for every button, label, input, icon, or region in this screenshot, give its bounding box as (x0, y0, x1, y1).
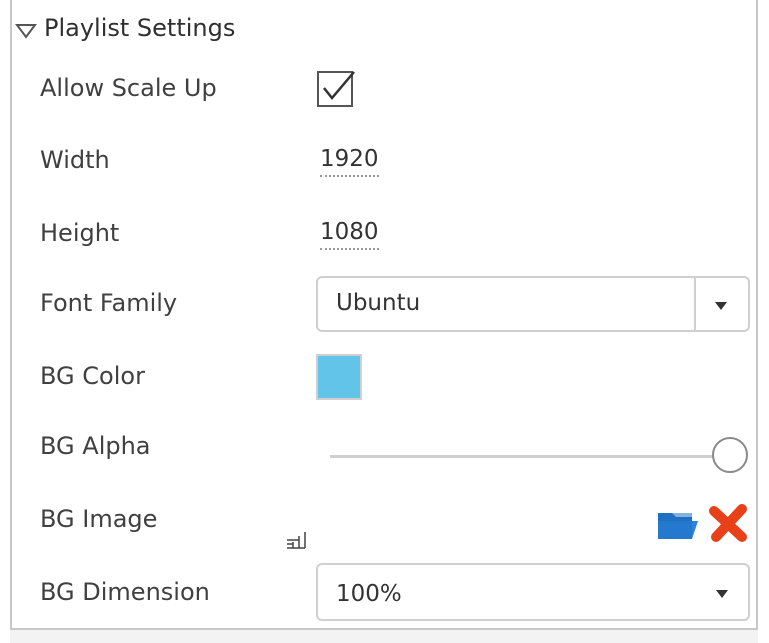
font-family-label: Font Family (40, 289, 178, 317)
bg-alpha-slider-track[interactable] (330, 455, 720, 458)
allow-scale-up-label: Allow Scale Up (40, 74, 217, 102)
bg-alpha-slider-thumb[interactable] (712, 437, 748, 473)
chevron-down-icon (716, 590, 728, 598)
font-family-value: Ubuntu (336, 290, 421, 316)
chevron-down-icon (715, 302, 727, 310)
bg-dimension-label: BG Dimension (40, 578, 210, 606)
resize-handle-icon[interactable] (285, 530, 307, 550)
folder-icon[interactable] (656, 505, 700, 541)
triangle-down-icon[interactable] (14, 18, 38, 39)
close-x-icon[interactable] (708, 503, 750, 543)
height-input[interactable]: 1080 (320, 221, 379, 250)
bg-dimension-select[interactable]: 100% (316, 563, 750, 621)
bg-color-label: BG Color (40, 362, 145, 390)
bg-color-swatch[interactable] (316, 354, 362, 400)
bg-image-label: BG Image (40, 505, 158, 533)
height-label: Height (40, 219, 120, 247)
font-family-dropdown-button[interactable] (694, 278, 748, 330)
section-title: Playlist Settings (44, 14, 236, 42)
allow-scale-up-checkbox[interactable] (316, 68, 356, 108)
font-family-select[interactable]: Ubuntu (316, 276, 750, 332)
bg-dimension-value: 100% (336, 581, 402, 607)
width-input[interactable]: 1920 (320, 148, 379, 177)
width-label: Width (40, 146, 110, 174)
bg-alpha-label: BG Alpha (40, 432, 151, 460)
panel-footer-divider (10, 628, 758, 643)
section-header[interactable]: Playlist Settings (14, 14, 235, 42)
